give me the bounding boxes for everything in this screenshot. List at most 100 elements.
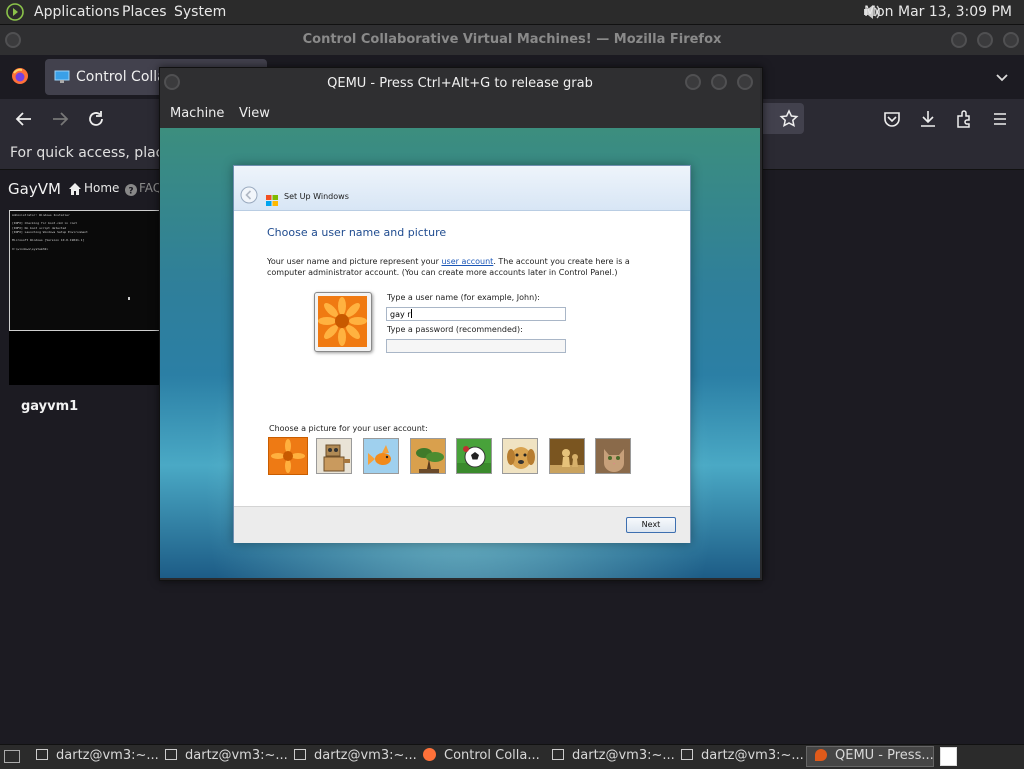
avatar-option-goldfish[interactable] [363,438,399,474]
avatar-option-robot[interactable] [316,438,352,474]
avatar-option-dog[interactable] [502,438,538,474]
next-button[interactable]: Next [626,517,676,533]
robot-icon [317,439,351,473]
qemu-icon [815,749,827,761]
avatar-option-kitten[interactable] [595,438,631,474]
mouse-cursor [128,297,130,300]
gnome-foot-icon[interactable] [6,3,24,21]
show-desktop-icon[interactable] [4,750,20,763]
firefox-icon[interactable] [11,67,29,85]
pictures-label: Choose a picture for your user account: [269,424,428,433]
dog-icon [503,439,537,473]
list-tabs-chevron-icon[interactable] [992,67,1012,87]
avatar-option-flower[interactable] [268,437,308,475]
firefox-window-title: Control Collaborative Virtual Machines! … [302,32,722,47]
firefox-titlebar[interactable]: Control Collaborative Virtual Machines! … [0,25,1024,55]
taskbar-item-label: dartz@vm3:~... [185,748,288,763]
monitor-favicon-icon [54,69,70,83]
taskbar-item-active[interactable]: QEMU - Press... [806,746,934,767]
goldfish-icon [364,439,398,473]
flower-icon [268,437,308,475]
flower-icon [318,296,367,347]
taskbar-item-label: dartz@vm3:~... [314,748,417,763]
view-menu[interactable]: View [239,106,270,121]
taskbar-item-label: dartz@vm3:~... [701,748,804,763]
user-account-link[interactable]: user account [441,257,493,266]
password-label: Type a password (recommended): [387,325,523,334]
minimize-button[interactable] [951,32,967,48]
taskbar-item-label: dartz@vm3:~... [56,748,159,763]
qemu-titlebar[interactable]: QEMU - Press Ctrl+Alt+G to release grab [160,68,760,100]
terminal-icon [165,749,177,760]
avatar-option-bonsai[interactable] [410,438,446,474]
soccer-ball-icon [457,439,491,473]
taskbar-item[interactable]: dartz@vm3:~... [36,748,159,766]
username-input[interactable]: gay r [386,307,566,321]
chess-icon [550,439,584,473]
setup-window-title: Set Up Windows [284,192,349,201]
terminal-icon [36,749,48,760]
bonsai-icon [411,439,445,473]
back-circle-icon[interactable] [240,186,258,204]
forward-arrow-icon[interactable] [50,109,70,129]
thumbnail-console-text: Administrator: Windows Installer [INFO] … [12,213,88,251]
top-panel: Applications Places System Mon Mar 13, 3… [0,0,1024,25]
url-bar-end[interactable] [762,103,804,134]
taskbar-item[interactable]: dartz@vm3:~... [681,748,804,766]
extensions-icon[interactable] [954,109,974,129]
thumbnail-console: Administrator: Windows Installer [INFO] … [9,210,160,331]
workspace-switcher[interactable] [940,747,957,766]
avatar-option-soccer-ball[interactable] [456,438,492,474]
svg-text:?: ? [128,187,133,197]
site-brand[interactable]: GayVM [8,180,61,198]
terminal-icon [552,749,564,760]
qemu-minimize-button[interactable] [685,74,701,90]
vm-name[interactable]: gayvm1 [21,399,78,414]
password-input[interactable] [386,339,566,353]
text-caret [410,309,412,318]
setup-header: Set Up Windows [234,166,690,211]
taskbar-item[interactable]: Control Colla... [423,748,540,766]
terminal-icon [681,749,693,760]
reload-icon[interactable] [86,109,106,129]
taskbar-item-label: Control Colla... [444,748,540,763]
vm-thumbnail[interactable]: Administrator: Windows Installer [INFO] … [9,210,160,385]
qemu-menubar: Machine View [160,100,760,128]
taskbar-item-label: QEMU - Press... [835,748,934,763]
username-label: Type a user name (for example, John): [387,293,540,302]
bookmark-star-icon[interactable] [779,109,799,129]
question-icon[interactable]: ? [125,181,137,197]
taskbar-item[interactable]: dartz@vm3:~... [552,748,675,766]
windows-flag-icon [266,191,278,206]
desc-text-1: Your user name and picture represent you… [267,257,442,266]
setup-description: Your user name and picture represent you… [267,256,637,278]
kitten-icon [596,439,630,473]
taskbar-item[interactable]: dartz@vm3:~... [165,748,288,766]
applications-menu[interactable]: Applications [34,4,120,20]
vm-display[interactable]: Set Up Windows Choose a user name and pi… [160,128,760,578]
taskbar-item-label: dartz@vm3:~... [572,748,675,763]
qemu-close-button[interactable] [737,74,753,90]
panel-clock[interactable]: Mon Mar 13, 3:09 PM [864,4,1012,20]
bottom-taskbar: dartz@vm3:~... dartz@vm3:~... dartz@vm3:… [0,744,1024,769]
setup-windows-dialog: Set Up Windows Choose a user name and pi… [233,165,691,543]
close-button[interactable] [1003,32,1019,48]
qemu-maximize-button[interactable] [711,74,727,90]
home-icon[interactable] [68,181,82,195]
back-arrow-icon[interactable] [14,109,34,129]
downloads-icon[interactable] [918,109,938,129]
pocket-icon[interactable] [882,109,902,129]
hamburger-menu-icon[interactable] [990,109,1010,129]
nav-home-link[interactable]: Home [84,181,119,195]
terminal-icon [294,749,306,760]
username-value: gay r [390,310,411,319]
maximize-button[interactable] [977,32,993,48]
setup-heading: Choose a user name and picture [267,226,447,239]
qemu-title: QEMU - Press Ctrl+Alt+G to release grab [327,76,593,91]
system-menu[interactable]: System [174,4,226,20]
places-menu[interactable]: Places [122,4,167,20]
qemu-window: QEMU - Press Ctrl+Alt+G to release grab … [159,67,763,581]
machine-menu[interactable]: Machine [170,106,224,121]
taskbar-item[interactable]: dartz@vm3:~... [294,748,417,766]
avatar-option-chess[interactable] [549,438,585,474]
